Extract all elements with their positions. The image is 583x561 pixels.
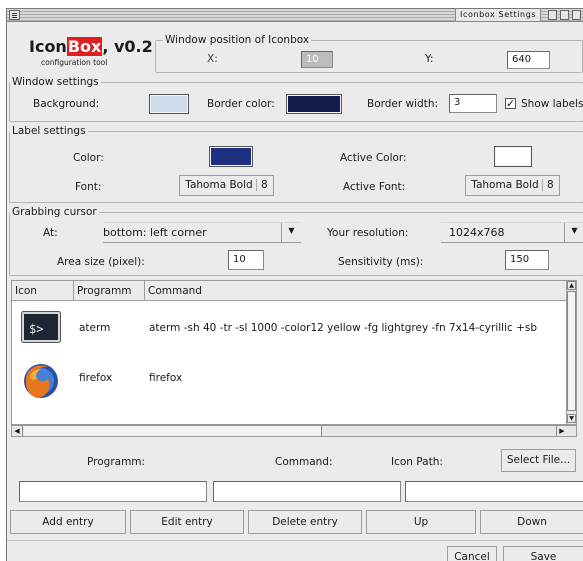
active-font-select-button[interactable]: Tahoma Bold 8 — [465, 175, 560, 196]
at-label: At: — [43, 227, 58, 239]
edit-entry-button[interactable]: Edit entry — [130, 510, 244, 534]
row-command: firefox — [149, 372, 183, 384]
command-label: Command: — [275, 456, 333, 468]
position-x-input[interactable]: 10 — [301, 51, 333, 68]
vertical-scrollbar[interactable]: ▲ ▼ — [566, 281, 576, 424]
delete-entry-button[interactable]: Delete entry — [248, 510, 362, 534]
background-label: Background: — [33, 98, 100, 110]
logo-text-prefix: Icon — [29, 37, 67, 56]
active-font-name: Tahoma Bold — [471, 179, 539, 191]
position-y-label: Y: — [425, 53, 434, 65]
border-color-swatch[interactable] — [286, 94, 342, 114]
sensitivity-label: Sensitivity (ms): — [338, 256, 424, 268]
border-color-label: Border color: — [207, 98, 275, 110]
programm-label: Programm: — [87, 456, 146, 468]
grabbing-cursor-legend: Grabbing cursor — [10, 206, 99, 218]
firefox-icon — [24, 364, 58, 398]
at-position-combo[interactable]: bottom: left corner ▼ — [103, 222, 301, 243]
icon-path-input[interactable] — [405, 481, 583, 502]
entries-table[interactable]: Icon Programm Command $> aterm aterm -sh… — [11, 280, 577, 425]
font-name: Tahoma Bold — [185, 179, 253, 191]
resolution-value: 1024x768 — [449, 226, 505, 239]
label-color-label: Color: — [73, 152, 104, 164]
area-size-label: Area size (pixel): — [57, 256, 145, 268]
command-input[interactable] — [213, 481, 401, 502]
resolution-label: Your resolution: — [327, 227, 409, 239]
minimize-button[interactable] — [548, 10, 557, 20]
font-label: Font: — [75, 181, 102, 193]
logo-text-highlight: Box — [66, 37, 103, 56]
column-header-programm[interactable]: Programm — [74, 281, 145, 301]
window-title: Iconbox Settings — [455, 9, 542, 21]
label-settings-legend: Label settings — [10, 125, 88, 137]
active-color-swatch[interactable] — [494, 146, 532, 167]
table-header: Icon Programm Command — [12, 281, 572, 301]
table-row[interactable]: $> aterm aterm -sh 40 -tr -sl 1000 -colo… — [12, 305, 572, 351]
window-menu-button[interactable] — [9, 10, 20, 20]
terminal-icon: $> — [21, 311, 61, 343]
active-color-label: Active Color: — [340, 152, 407, 164]
add-entry-button[interactable]: Add entry — [10, 510, 126, 534]
position-x-label: X: — [207, 53, 218, 65]
chevron-down-icon[interactable]: ▼ — [564, 223, 583, 242]
window-position-legend: Window position of Iconbox — [163, 34, 312, 46]
horizontal-scrollbar[interactable]: ◀ ▶ — [11, 425, 577, 437]
position-y-input[interactable]: 640 — [507, 51, 550, 69]
at-position-value: bottom: left corner — [103, 226, 207, 239]
scroll-left-icon[interactable]: ◀ — [12, 426, 23, 436]
programm-input[interactable] — [19, 481, 207, 502]
column-header-icon[interactable]: Icon — [12, 281, 74, 301]
font-select-button[interactable]: Tahoma Bold 8 — [179, 175, 274, 196]
scroll-right-icon[interactable]: ▶ — [556, 426, 567, 436]
show-labels-checkbox[interactable]: ✓ — [505, 98, 516, 109]
table-row[interactable]: firefox firefox — [12, 357, 572, 403]
row-programm: firefox — [79, 372, 113, 384]
chevron-down-icon[interactable]: ▼ — [281, 223, 301, 242]
row-command: aterm -sh 40 -tr -sl 1000 -color12 yello… — [149, 322, 538, 334]
sensitivity-input[interactable]: 150 — [505, 250, 549, 270]
move-down-button[interactable]: Down — [480, 510, 583, 534]
column-header-command[interactable]: Command — [145, 281, 572, 301]
close-button[interactable] — [572, 10, 581, 20]
horizontal-scroll-thumb[interactable] — [24, 426, 322, 436]
select-file-button[interactable]: Select File... — [501, 449, 576, 472]
area-size-input[interactable]: 10 — [228, 250, 264, 270]
app-logo: IconBox, v0.2 — [29, 37, 153, 56]
vertical-scroll-thumb[interactable] — [567, 291, 576, 411]
save-button[interactable]: Save — [503, 546, 583, 561]
app-version: , v0.2 — [102, 37, 153, 56]
move-up-button[interactable]: Up — [366, 510, 476, 534]
show-labels-label: Show labels — [521, 98, 583, 110]
scroll-down-icon[interactable]: ▼ — [567, 414, 576, 423]
font-size: 8 — [256, 179, 268, 191]
maximize-button[interactable] — [560, 10, 569, 20]
cancel-button[interactable]: Cancel — [447, 546, 497, 561]
row-programm: aterm — [79, 322, 111, 334]
label-color-swatch[interactable] — [209, 146, 253, 167]
svg-text:$>: $> — [29, 322, 43, 336]
active-font-size: 8 — [542, 179, 554, 191]
iconbox-settings-window: Iconbox Settings IconBox, v0.2 configura… — [6, 8, 583, 561]
footer-divider — [7, 540, 583, 541]
active-font-label: Active Font: — [343, 181, 406, 193]
window-settings-legend: Window settings — [10, 76, 101, 88]
app-subtitle: configuration tool — [41, 58, 108, 67]
background-color-swatch[interactable] — [149, 94, 189, 114]
resolution-combo[interactable]: 1024x768 ▼ — [441, 222, 583, 243]
border-width-label: Border width: — [367, 98, 439, 110]
border-width-input[interactable]: 3 — [449, 94, 497, 113]
scroll-up-icon[interactable]: ▲ — [567, 281, 576, 290]
icon-path-label: Icon Path: — [391, 456, 443, 468]
title-bar[interactable]: Iconbox Settings — [7, 9, 583, 22]
